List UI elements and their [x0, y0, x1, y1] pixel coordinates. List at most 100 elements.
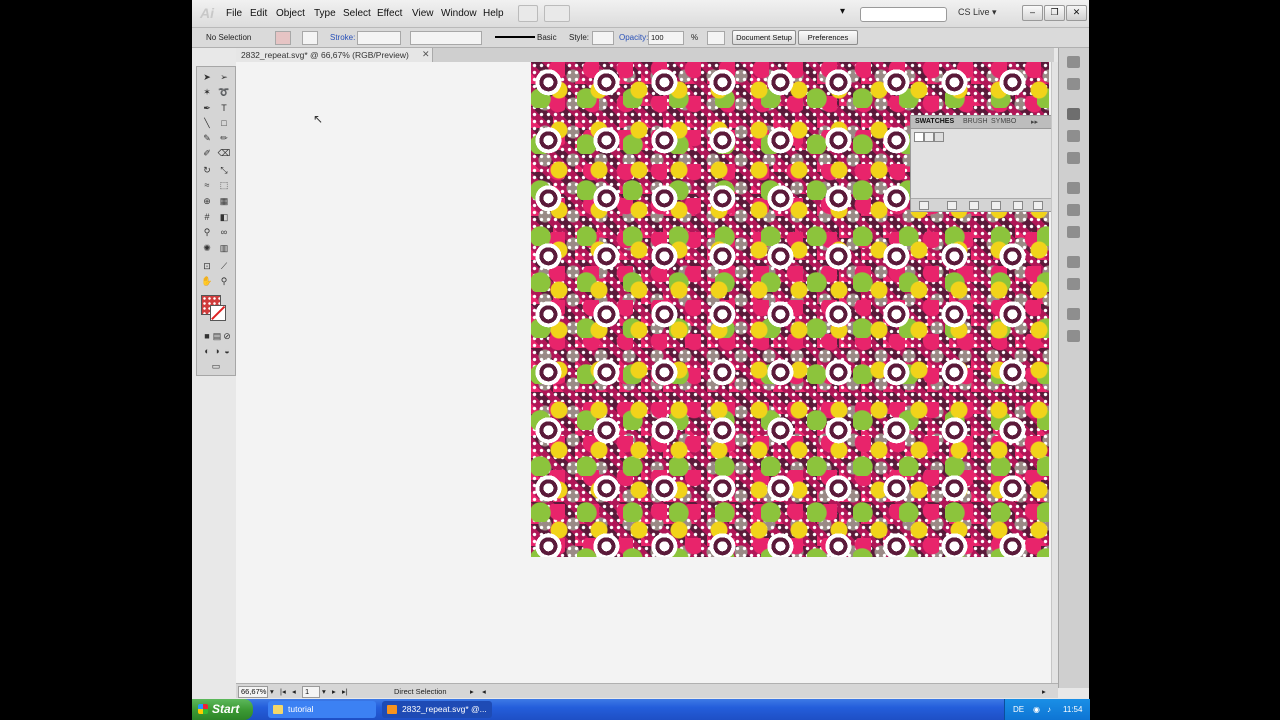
layers-panel-icon[interactable] [1067, 308, 1080, 320]
magic-wand-tool-icon[interactable]: ✶ [200, 86, 214, 99]
status-menu-icon[interactable]: ▸ [470, 687, 474, 696]
taskbar-button-tutorial[interactable]: tutorial [268, 701, 376, 718]
pen-tool-icon[interactable]: ✒ [200, 102, 214, 115]
screen-mode-icon[interactable]: ▭ [209, 360, 223, 373]
show-kinds-icon[interactable] [947, 201, 957, 210]
network-icon[interactable]: ◉ [1033, 705, 1040, 714]
tab-symbols[interactable]: SYMBO [991, 118, 1016, 125]
tab-swatches[interactable]: SWATCHES [915, 118, 954, 125]
swatch-options-icon[interactable] [969, 201, 979, 210]
last-page-icon[interactable]: ▸| [342, 687, 348, 696]
appearance-panel-icon[interactable] [1067, 256, 1080, 268]
document-tab[interactable]: 2832_repeat.svg* @ 66,67% (RGB/Preview) … [236, 48, 433, 62]
eyedropper-tool-icon[interactable]: ⚲ [200, 226, 214, 239]
page-field[interactable]: 1 [302, 686, 320, 698]
document-setup-button[interactable]: Document Setup [732, 30, 796, 45]
menu-file[interactable]: File [226, 8, 242, 19]
previous-page-icon[interactable]: ◂ [292, 687, 296, 696]
recolor-icon[interactable] [707, 31, 725, 45]
menu-help[interactable]: Help [483, 8, 504, 19]
menu-edit[interactable]: Edit [250, 8, 267, 19]
menu-select[interactable]: Select [343, 8, 371, 19]
new-swatch-icon[interactable] [1013, 201, 1023, 210]
stroke-label[interactable]: Stroke: [330, 33, 355, 42]
stroke-color-icon[interactable] [302, 31, 318, 45]
mesh-tool-icon[interactable]: # [200, 211, 214, 224]
stroke-weight-field[interactable] [357, 31, 401, 45]
style-swatch[interactable] [592, 31, 614, 45]
zoom-dropdown-icon[interactable]: ▾ [270, 687, 274, 696]
first-page-icon[interactable]: |◂ [280, 687, 286, 696]
gradient-tool-icon[interactable]: ◧ [217, 211, 231, 224]
graphic-styles-panel-icon[interactable] [1067, 278, 1080, 290]
menu-window[interactable]: Window [441, 8, 477, 19]
panel-menu-icon[interactable]: ▸▸ [1031, 118, 1038, 126]
stroke-swatch[interactable] [210, 305, 226, 321]
pencil-tool-icon[interactable]: ✏ [217, 132, 231, 145]
delete-swatch-icon[interactable] [1033, 201, 1043, 210]
bridge-button[interactable] [518, 5, 538, 22]
perspective-grid-tool-icon[interactable]: ▦ [217, 195, 231, 208]
shape-builder-tool-icon[interactable]: ⊕ [200, 195, 214, 208]
menu-object[interactable]: Object [276, 8, 305, 19]
arrange-documents-button[interactable] [544, 5, 570, 22]
scroll-left-icon[interactable]: ◂ [482, 687, 486, 696]
volume-icon[interactable]: ♪ [1047, 705, 1051, 714]
opacity-field[interactable]: 100 [648, 31, 684, 45]
swatches-panel-icon[interactable] [1067, 108, 1080, 120]
selection-tool-icon[interactable]: ➤ [200, 71, 214, 84]
menu-view[interactable]: View [412, 8, 434, 19]
direct-selection-tool-icon[interactable]: ➢ [217, 71, 231, 84]
draw-inside-icon[interactable]: ◒ [220, 345, 234, 358]
variable-width-field[interactable] [410, 31, 482, 45]
symbols-panel-icon[interactable] [1067, 152, 1080, 164]
type-tool-icon[interactable]: T [217, 102, 231, 115]
new-color-group-icon[interactable] [991, 201, 1001, 210]
fill-color-icon[interactable] [275, 31, 291, 45]
scroll-right-icon[interactable]: ▸ [1042, 687, 1046, 696]
opacity-label[interactable]: Opacity: [619, 33, 648, 42]
blob-brush-tool-icon[interactable]: ✐ [200, 147, 214, 160]
column-graph-tool-icon[interactable]: ▥ [217, 242, 231, 255]
color-guide-panel-icon[interactable] [1067, 78, 1080, 90]
zoom-field[interactable]: 66,67% [238, 686, 268, 698]
line-tool-icon[interactable]: ╲ [200, 117, 214, 130]
slice-tool-icon[interactable]: ⟋ [217, 260, 231, 273]
cs-live-button[interactable]: CS Live ▾ [958, 7, 997, 18]
lasso-tool-icon[interactable]: ➰ [217, 86, 231, 99]
menu-effect[interactable]: Effect [377, 8, 402, 19]
none-mode-icon[interactable]: ⊘ [220, 330, 234, 343]
brushes-panel-icon[interactable] [1067, 130, 1080, 142]
rotate-tool-icon[interactable]: ↻ [200, 164, 214, 177]
rectangle-tool-icon[interactable]: □ [217, 117, 231, 130]
symbol-sprayer-tool-icon[interactable]: ✺ [200, 242, 214, 255]
restore-button[interactable]: ❐ [1044, 5, 1065, 21]
blend-tool-icon[interactable]: ∞ [217, 226, 231, 239]
preferences-button[interactable]: Preferences [798, 30, 858, 45]
swatch-none[interactable] [914, 132, 924, 142]
gradient-panel-icon[interactable] [1067, 204, 1080, 216]
warp-tool-icon[interactable]: ≈ [200, 179, 214, 192]
current-tool-status[interactable]: Direct Selection [394, 687, 447, 696]
color-panel-icon[interactable] [1067, 56, 1080, 68]
artboard-tool-icon[interactable]: ⊡ [200, 260, 214, 273]
brush-label[interactable]: Basic [537, 33, 557, 42]
minimize-button[interactable]: – [1022, 5, 1043, 21]
menu-type[interactable]: Type [314, 8, 336, 19]
page-dropdown-icon[interactable]: ▾ [322, 687, 326, 696]
workspace-dropdown-icon[interactable]: ▾ [840, 6, 845, 17]
scale-tool-icon[interactable]: ⤡ [217, 164, 231, 177]
swatch-registration[interactable] [924, 132, 934, 142]
stroke-panel-icon[interactable] [1067, 182, 1080, 194]
start-button[interactable]: Start [192, 699, 253, 720]
paintbrush-tool-icon[interactable]: ✎ [200, 132, 214, 145]
artboards-panel-icon[interactable] [1067, 330, 1080, 342]
search-input[interactable] [860, 7, 947, 22]
hand-tool-icon[interactable]: ✋ [200, 275, 214, 288]
taskbar-button-illustrator[interactable]: 2832_repeat.svg* @... [382, 701, 492, 718]
tab-brushes[interactable]: BRUSH [963, 118, 988, 125]
eraser-tool-icon[interactable]: ⌫ [217, 147, 231, 160]
next-page-icon[interactable]: ▸ [332, 687, 336, 696]
swatch-white[interactable] [934, 132, 944, 142]
close-tab-icon[interactable]: ✕ [422, 49, 430, 60]
